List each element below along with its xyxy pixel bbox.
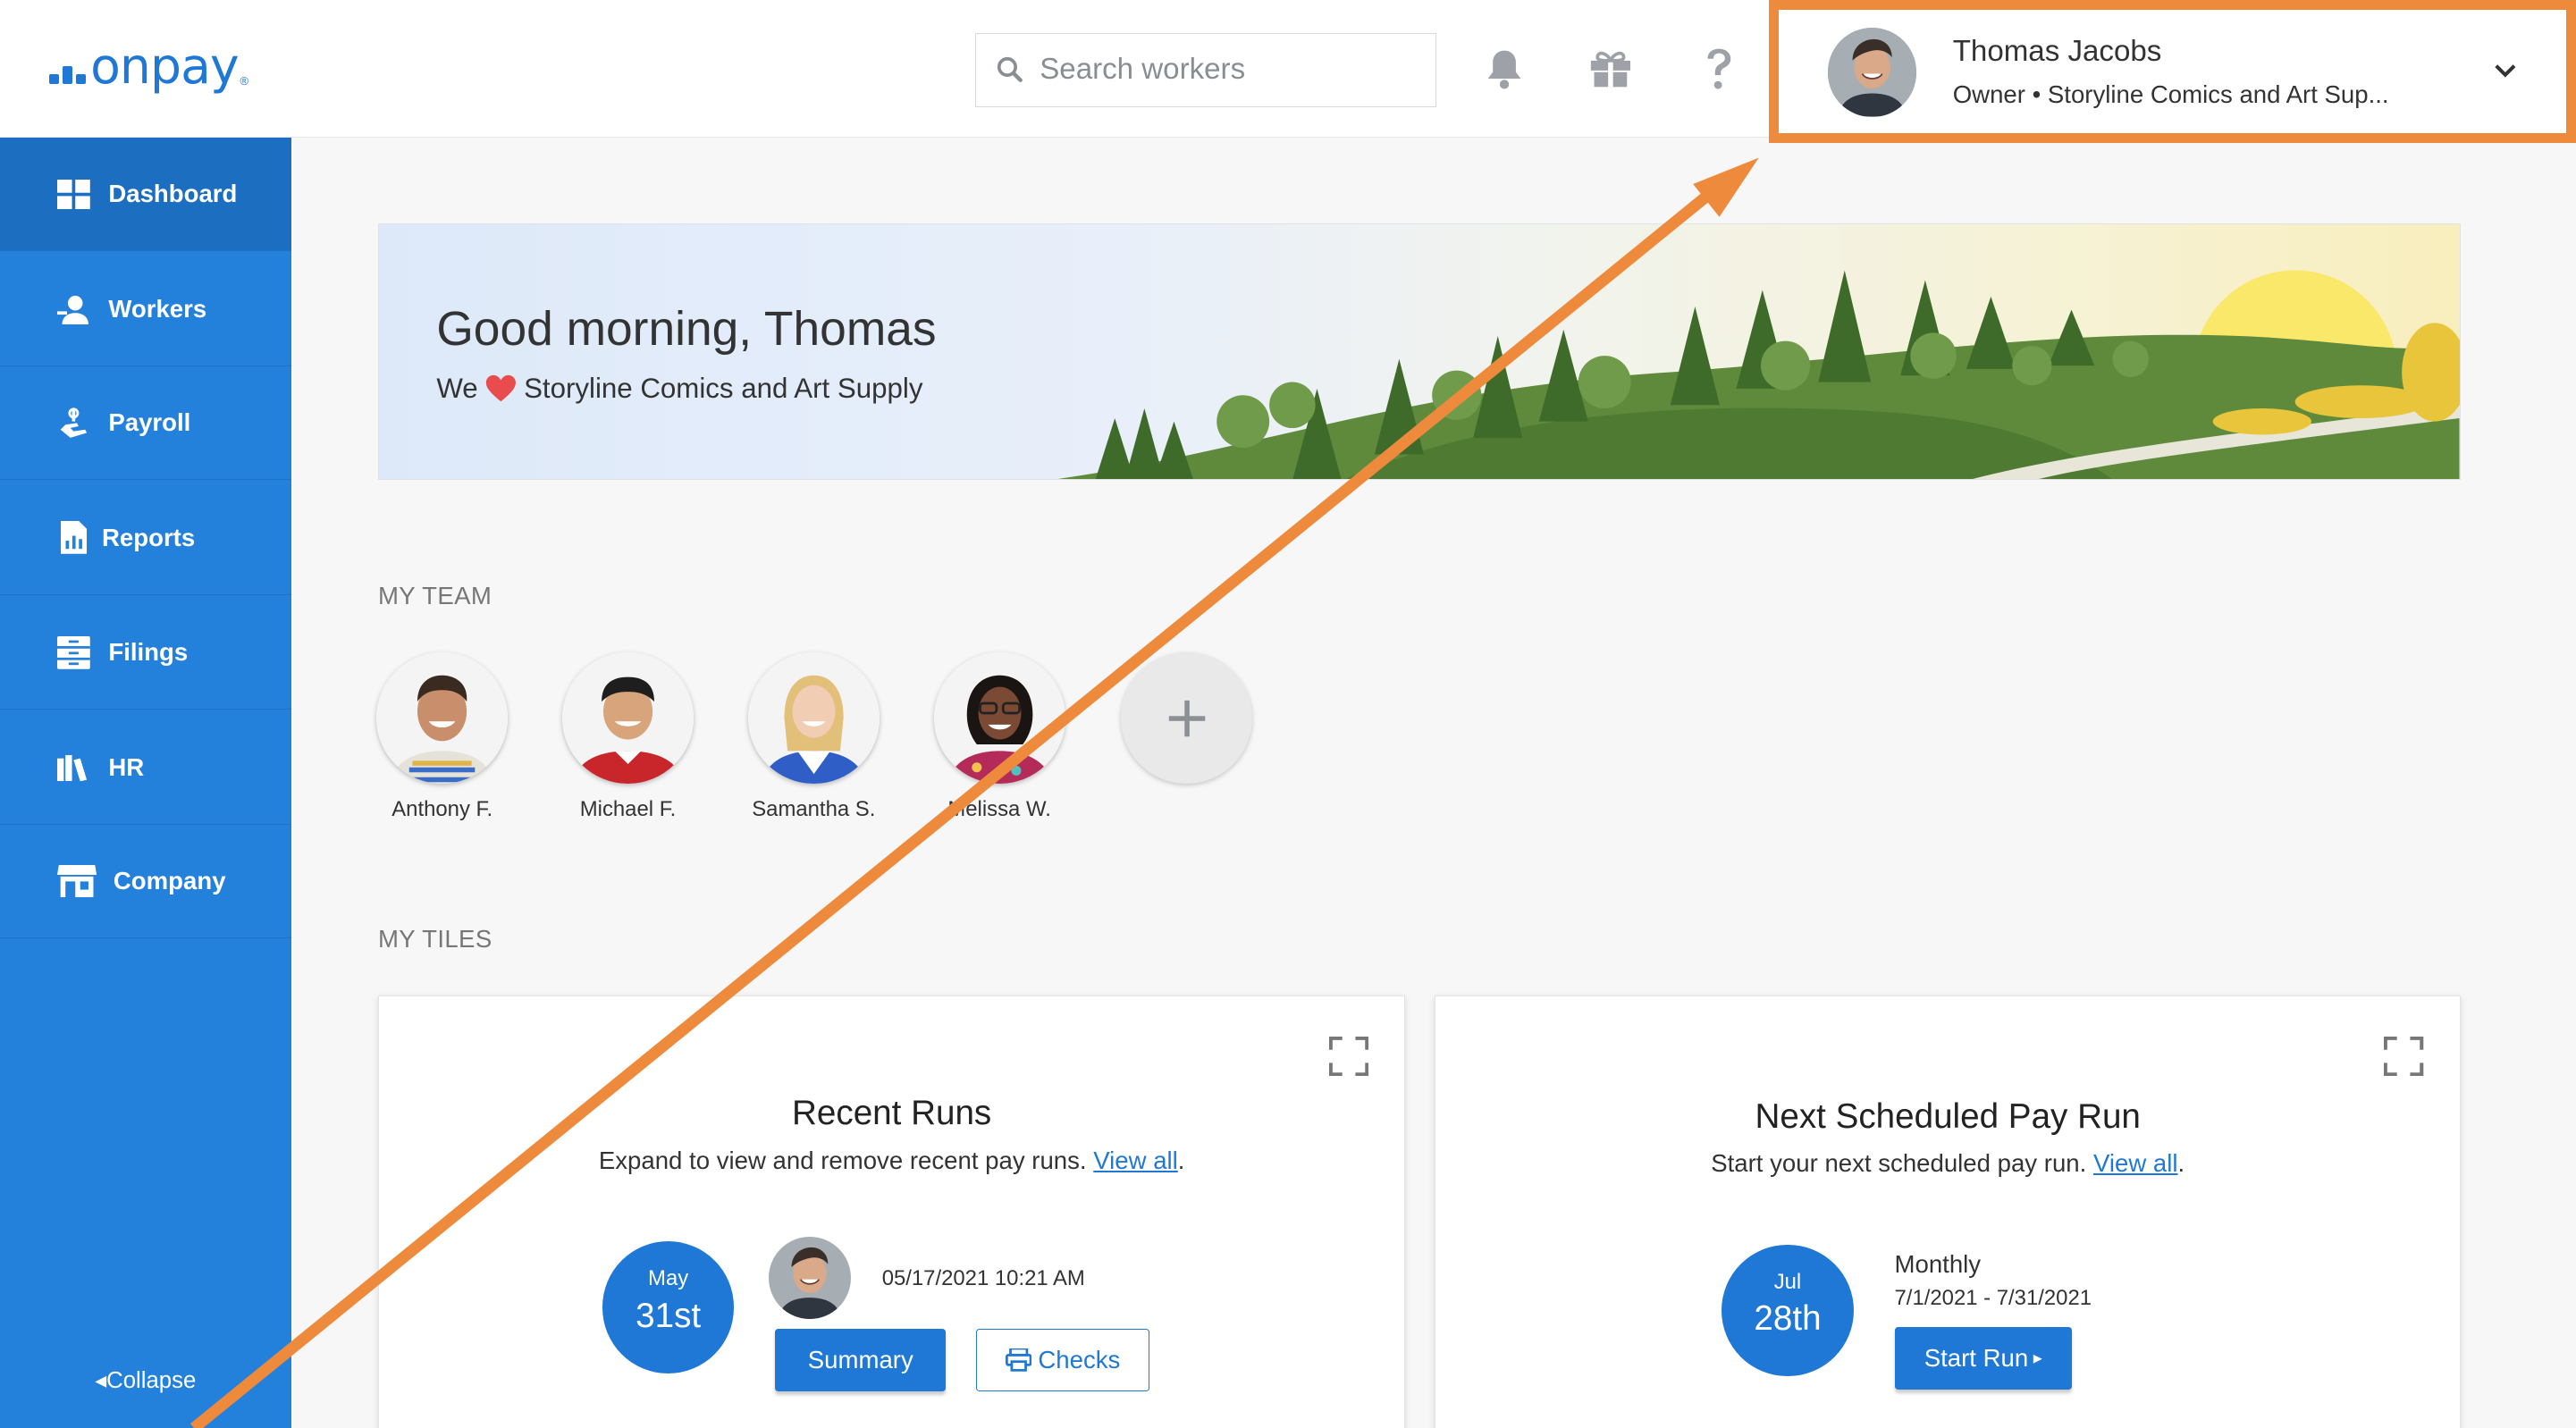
avatar: [1827, 28, 1917, 117]
greeting-subtitle: We Storyline Comics and Art Supply: [436, 373, 922, 405]
collapse-button[interactable]: ◂Collapse: [0, 1367, 291, 1394]
team-member[interactable]: Anthony F.: [376, 652, 509, 821]
view-all-link[interactable]: View all: [2093, 1149, 2178, 1177]
workers-icon: [56, 291, 92, 327]
sidebar-item-payroll[interactable]: Payroll: [0, 366, 291, 480]
logo-text: onpay: [90, 38, 239, 97]
start-run-button[interactable]: Start Run ▸: [1894, 1327, 2073, 1390]
tile-description: Expand to view and remove recent pay run…: [379, 1147, 1404, 1175]
recent-runs-tile: Recent Runs Expand to view and remove re…: [377, 995, 1406, 1428]
expand-icon[interactable]: [2384, 1036, 2424, 1083]
heart-icon: [484, 374, 518, 403]
printer-icon: [1005, 1348, 1032, 1372]
pay-date-day: 31st: [636, 1296, 702, 1335]
team-member[interactable]: Michael F.: [561, 652, 695, 821]
pay-date-month: May: [648, 1266, 689, 1290]
my-team-label: MY TEAM: [377, 582, 492, 609]
app-root: onpay ® Search workers Thomas Jacobs Own…: [0, 0, 2576, 1428]
greeting-prefix: We: [436, 372, 478, 404]
sidebar-item-label: Workers: [108, 295, 207, 323]
filings-icon: [56, 634, 92, 670]
pay-frequency: Monthly: [1894, 1249, 1982, 1278]
tile-title: Recent Runs: [792, 1093, 992, 1132]
team-member[interactable]: Samantha S.: [747, 652, 880, 821]
gift-icon[interactable]: [1585, 43, 1637, 96]
sidebar: Dashboard Workers Payroll Reports Filing…: [0, 138, 291, 1428]
greeting-heading: Good morning, Thomas: [436, 302, 937, 356]
reports-icon: [56, 520, 92, 556]
avatar: [768, 1236, 851, 1319]
pay-date-badge: Jul 28th: [1722, 1245, 1854, 1377]
add-team-member-button[interactable]: [1121, 652, 1253, 785]
collapse-label: Collapse: [106, 1368, 197, 1394]
start-run-label: Start Run: [1924, 1343, 2029, 1372]
team-member-name: Melissa W.: [947, 796, 1051, 821]
search-box[interactable]: [974, 32, 1437, 107]
sidebar-item-company[interactable]: Company: [0, 825, 291, 939]
pay-date-month: Jul: [1773, 1269, 1802, 1294]
sidebar-item-reports[interactable]: Reports: [0, 482, 291, 595]
avatar: [376, 652, 509, 785]
welcome-banner: Good morning, Thomas We Storyline Comics…: [377, 223, 2461, 480]
sidebar-item-label: Filings: [108, 638, 189, 667]
profile-menu[interactable]: Thomas Jacobs Owner • Storyline Comics a…: [1768, 0, 2576, 140]
bell-icon[interactable]: [1477, 43, 1530, 96]
run-timestamp: 05/17/2021 10:21 AM: [881, 1266, 1085, 1291]
landscape-illustration: [1058, 270, 2460, 479]
pay-date-badge: May 31st: [602, 1241, 735, 1373]
logo-dots-icon: [49, 51, 86, 84]
onpay-logo[interactable]: onpay ®: [49, 38, 248, 97]
period-text: .: [2177, 1149, 2185, 1178]
payroll-icon: [56, 405, 92, 441]
plus-icon: [1168, 700, 1205, 736]
profile-role: Owner • Storyline Comics and Art Sup...: [1952, 80, 2389, 109]
hr-icon: [56, 750, 92, 785]
dashboard-icon: [56, 176, 92, 212]
sidebar-item-label: Company: [113, 867, 226, 895]
team-member-name: Samantha S.: [752, 796, 876, 821]
sidebar-item-filings[interactable]: Filings: [0, 597, 291, 710]
greeting-company: Storyline Comics and Art Supply: [524, 372, 923, 404]
sidebar-item-workers[interactable]: Workers: [0, 253, 291, 367]
help-icon[interactable]: [1693, 43, 1746, 96]
top-header: onpay ® Search workers Thomas Jacobs Own…: [0, 0, 2576, 143]
sidebar-item-label: Reports: [102, 523, 196, 551]
avatar: [747, 652, 880, 785]
checks-button[interactable]: Checks: [975, 1328, 1150, 1391]
avatar: [561, 652, 695, 785]
sidebar-item-hr[interactable]: HR: [0, 711, 291, 826]
company-icon: [56, 863, 99, 899]
period-text: .: [1177, 1146, 1185, 1174]
view-all-link[interactable]: View all: [1093, 1147, 1178, 1174]
tile-description-text: Start your next scheduled pay run.: [1711, 1149, 2087, 1178]
pay-period-range: 7/1/2021 - 7/31/2021: [1894, 1286, 2092, 1311]
team-member[interactable]: Melissa W.: [933, 652, 1065, 821]
avatar: [933, 652, 1065, 785]
checks-label: Checks: [1038, 1345, 1121, 1373]
sidebar-item-label: HR: [108, 753, 145, 782]
caret-right-icon: ▸: [2033, 1348, 2042, 1369]
sidebar-item-dashboard[interactable]: Dashboard: [0, 138, 291, 252]
summary-button[interactable]: Summary: [775, 1328, 947, 1391]
tile-description: Start your next scheduled pay run. View …: [1435, 1149, 2460, 1178]
search-input[interactable]: [1040, 53, 1418, 88]
tile-description-text: Expand to view and remove recent pay run…: [598, 1146, 1087, 1174]
sidebar-item-label: Dashboard: [108, 180, 238, 208]
profile-name: Thomas Jacobs: [1952, 34, 2162, 68]
chevron-down-icon[interactable]: [2494, 56, 2517, 87]
pay-date-day: 28th: [1754, 1299, 1822, 1339]
tile-title: Next Scheduled Pay Run: [1755, 1096, 2141, 1136]
next-scheduled-pay-run-tile: Next Scheduled Pay Run Start your next s…: [1435, 995, 2461, 1428]
team-member-name: Anthony F.: [391, 796, 493, 821]
my-tiles-label: MY TILES: [377, 925, 492, 953]
logo-registered-mark: ®: [240, 73, 248, 88]
search-icon: [997, 56, 1023, 83]
caret-left-icon: ◂: [95, 1368, 107, 1394]
team-member-name: Michael F.: [579, 796, 677, 821]
sidebar-item-label: Payroll: [108, 408, 191, 437]
expand-icon[interactable]: [1328, 1036, 1369, 1083]
